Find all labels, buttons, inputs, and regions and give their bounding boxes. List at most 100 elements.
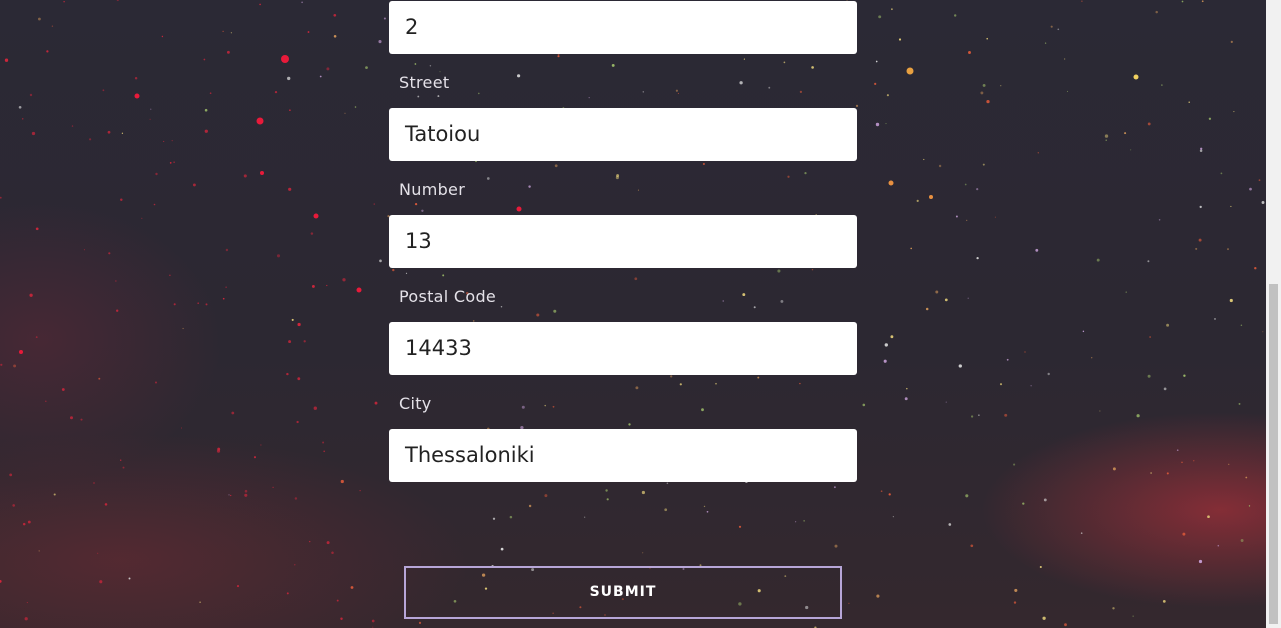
star-dot — [768, 86, 771, 89]
star-dot — [19, 350, 23, 354]
star-dot — [965, 494, 969, 498]
star-dot — [544, 404, 546, 407]
star-dot — [528, 504, 532, 508]
star-dot — [421, 209, 424, 212]
star-dot — [906, 387, 908, 390]
star-dot — [297, 322, 301, 327]
street-label: Street — [399, 73, 450, 92]
field-previous-value[interactable]: 2 — [389, 1, 857, 54]
star-dot — [281, 55, 289, 63]
star-dot — [307, 31, 310, 33]
star-dot — [1201, 0, 1204, 3]
star-dot — [910, 247, 913, 250]
star-dot — [1112, 607, 1115, 610]
star-dot — [1022, 502, 1025, 505]
star-dot — [615, 176, 619, 180]
star-dot — [916, 199, 919, 202]
star-dot — [311, 284, 315, 288]
star-dot — [71, 125, 74, 127]
star-dot — [31, 131, 36, 136]
scrollbar-thumb[interactable] — [1269, 284, 1278, 624]
star-dot — [1249, 187, 1252, 191]
star-dot — [834, 544, 838, 548]
star-dot — [155, 172, 158, 176]
star-dot — [777, 269, 781, 273]
star-dot — [1254, 267, 1257, 270]
star-dot — [286, 592, 289, 595]
star-dot — [197, 302, 199, 304]
star-dot — [1080, 532, 1083, 534]
number-field[interactable]: 13 — [389, 215, 857, 268]
star-dot — [588, 96, 590, 99]
star-dot — [274, 90, 278, 94]
city-field[interactable]: Thessaloniki — [389, 429, 857, 482]
star-dot — [584, 516, 586, 518]
star-dot — [1166, 472, 1169, 475]
star-dot — [1248, 505, 1251, 507]
star-dot — [253, 456, 257, 459]
star-dot — [230, 494, 232, 497]
star-dot — [303, 340, 306, 343]
star-dot — [884, 343, 888, 347]
star-dot — [1238, 402, 1241, 405]
star-dot — [374, 401, 378, 405]
star-dot — [641, 490, 646, 495]
star-dot — [340, 479, 344, 484]
vertical-scrollbar[interactable] — [1266, 0, 1281, 628]
star-dot — [1133, 74, 1139, 80]
star-dot — [516, 206, 522, 212]
postal-code-label: Postal Code — [399, 287, 497, 306]
star-dot — [310, 232, 314, 235]
star-dot — [1200, 147, 1203, 150]
star-dot — [217, 447, 221, 451]
star-dot — [1195, 247, 1198, 250]
star-dot — [892, 516, 894, 518]
star-dot — [738, 525, 742, 528]
street-field[interactable]: Tatoiou — [389, 108, 857, 161]
star-dot — [37, 17, 41, 21]
star-dot — [414, 63, 417, 65]
star-dot — [24, 617, 28, 621]
star-dot — [986, 99, 990, 104]
star-dot — [509, 515, 513, 519]
star-dot — [1199, 205, 1202, 209]
star-dot — [107, 130, 111, 134]
star-dot — [1240, 324, 1243, 327]
star-dot — [874, 82, 877, 86]
star-dot — [222, 297, 225, 300]
star-dot — [116, 0, 119, 2]
star-dot — [226, 50, 230, 54]
star-dot — [1099, 410, 1101, 412]
star-dot — [521, 405, 525, 409]
star-dot — [1104, 134, 1109, 138]
star-dot — [929, 195, 933, 199]
submit-button[interactable]: SUBMIT — [404, 566, 842, 619]
star-dot — [171, 139, 173, 142]
star-dot — [228, 494, 230, 496]
star-dot — [35, 336, 38, 339]
star-dot — [46, 50, 49, 53]
star-dot — [291, 318, 294, 321]
star-dot — [628, 423, 631, 426]
star-dot — [173, 303, 176, 306]
star-dot — [359, 490, 361, 492]
postal-code-field[interactable]: 14433 — [389, 322, 857, 375]
star-dot — [944, 298, 948, 302]
star-dot — [354, 106, 357, 108]
star-dot — [976, 188, 979, 191]
star-dot — [642, 552, 644, 554]
star-dot — [848, 602, 850, 605]
star-dot — [1130, 149, 1132, 151]
star-dot — [964, 183, 967, 186]
star-dot — [231, 411, 235, 415]
star-dot — [1132, 615, 1134, 617]
star-dot — [925, 307, 929, 311]
star-dot — [955, 215, 958, 218]
star-dot — [256, 117, 264, 125]
star-dot — [875, 122, 880, 127]
star-dot — [888, 180, 894, 186]
star-dot — [528, 185, 531, 188]
star-dot — [706, 510, 709, 513]
star-dot — [243, 174, 247, 178]
star-dot — [35, 227, 39, 231]
